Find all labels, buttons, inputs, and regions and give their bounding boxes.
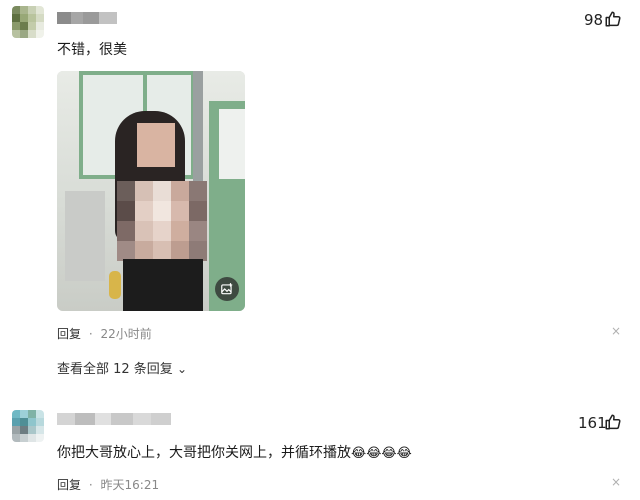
like-count: 161: [578, 414, 607, 432]
close-icon[interactable]: ×: [611, 324, 621, 338]
username-blurred[interactable]: [57, 413, 171, 425]
reply-button[interactable]: 回复: [57, 478, 81, 492]
reply-button[interactable]: 回复: [57, 327, 81, 341]
avatar[interactable]: [12, 6, 44, 38]
photo-torso-pixelated: [117, 181, 207, 261]
close-icon[interactable]: ×: [611, 475, 621, 489]
photo-face-blurred: [137, 123, 175, 167]
photo-pants: [123, 259, 203, 311]
timestamp: 昨天16:21: [100, 478, 160, 492]
comment-text: 不错，很美: [57, 42, 127, 58]
comment-photo[interactable]: [57, 71, 245, 311]
laughing-emoji: 😂: [381, 446, 397, 461]
thumbs-up-icon[interactable]: [604, 413, 622, 435]
laughing-emoji: 😂: [396, 446, 412, 461]
comment-text: 你把大哥放心上，大哥把你关网上，并循环播放😂😂😂😂: [57, 445, 412, 461]
timestamp: 22小时前: [100, 327, 152, 341]
comment-meta: 回复 · 昨天16:21: [57, 476, 159, 493]
comment-meta: 回复 · 22小时前: [57, 325, 152, 342]
chevron-down-icon: ⌄: [176, 362, 188, 376]
photo-yellow-object: [109, 271, 121, 299]
separator-dot: ·: [88, 327, 93, 341]
separator-dot: ·: [88, 478, 93, 492]
photo-door-glass: [219, 109, 245, 179]
view-all-replies-button[interactable]: 查看全部 12 条回复 ⌄: [57, 358, 187, 377]
laughing-emoji: 😂: [351, 446, 367, 461]
thumbs-up-icon[interactable]: [604, 10, 622, 32]
photo-side-object: [65, 191, 105, 281]
like-count: 98: [584, 11, 604, 29]
laughing-emoji: 😂: [366, 446, 382, 461]
username-blurred[interactable]: [57, 12, 117, 24]
gallery-icon[interactable]: [215, 277, 239, 301]
avatar[interactable]: [12, 410, 44, 442]
